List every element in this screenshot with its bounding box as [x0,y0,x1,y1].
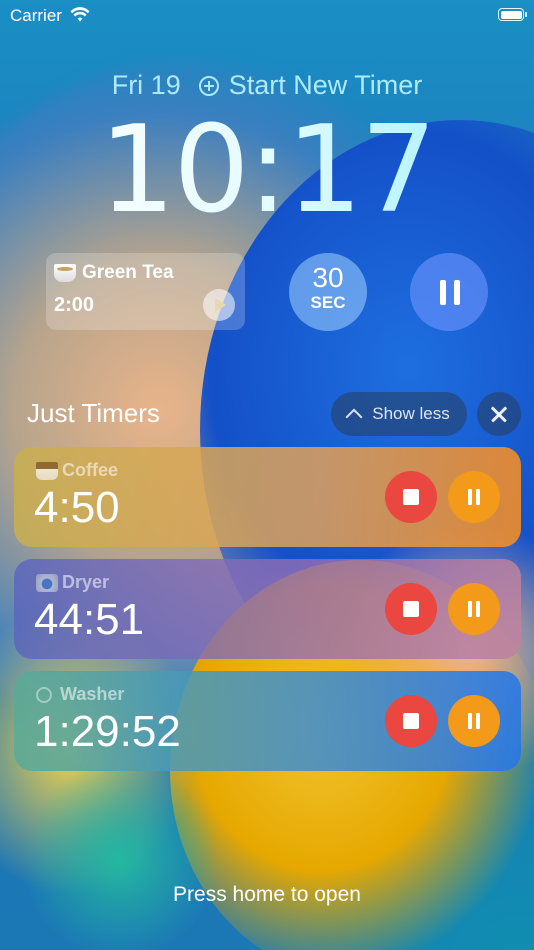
timer-label: Dryer [36,572,109,593]
interval-value: 30 [312,262,344,293]
washer-icon [36,686,52,703]
timer-time: 44:51 [34,595,145,644]
pause-button[interactable] [448,583,500,635]
pause-button[interactable] [448,695,500,747]
stop-button[interactable] [385,695,437,747]
green-tea-label: Green Tea [82,262,174,283]
timer-card-dryer[interactable]: Dryer 44:51 [14,559,521,659]
timer-label: Coffee [36,460,118,481]
timer-name: Washer [60,684,125,704]
pause-icon [467,713,481,729]
timer-label: Washer [36,684,124,705]
show-less-label: Show less [372,404,450,423]
status-bar: Carrier [0,0,534,34]
start-new-timer-button[interactable]: Start New Timer [229,70,423,101]
plus-circle-icon[interactable] [198,75,219,96]
interval-unit: SEC [310,293,346,312]
carrier-label: Carrier [10,6,62,25]
timer-card-washer[interactable]: Washer 1:29:52 [14,671,521,771]
section-title: Just Timers [27,398,160,428]
date-line: Fri 19 Start New Timer [0,70,534,101]
show-less-button[interactable]: Show less [331,392,467,436]
close-icon[interactable] [477,392,521,436]
pause-icon [440,280,460,305]
stop-button[interactable] [385,471,437,523]
green-tea-widget[interactable]: Green Tea 2:00 [46,253,245,330]
wifi-icon [70,7,90,22]
coffee-icon [36,461,58,480]
pause-icon [467,601,481,617]
play-icon[interactable] [203,289,235,321]
timer-card-coffee[interactable]: Coffee 4:50 [14,447,521,547]
press-home-hint: Press home to open [173,883,361,906]
green-tea-title: Green Tea [54,262,174,284]
stop-button[interactable] [385,583,437,635]
interval-button[interactable]: 30 SEC [289,253,367,331]
dryer-icon [36,573,58,592]
tea-cup-icon [54,264,76,282]
battery-icon [498,8,527,21]
pause-icon [467,489,481,505]
pause-button[interactable] [448,471,500,523]
timer-time: 1:29:52 [34,707,181,756]
chevron-up-icon [345,408,363,426]
timer-time: 4:50 [34,483,120,532]
timer-name: Dryer [62,572,110,592]
date-label: Fri 19 [111,70,181,100]
clock-time: 10:17 [0,106,534,236]
green-tea-duration: 2:00 [54,294,95,316]
timer-name: Coffee [62,460,119,480]
pause-all-button[interactable] [410,253,488,331]
